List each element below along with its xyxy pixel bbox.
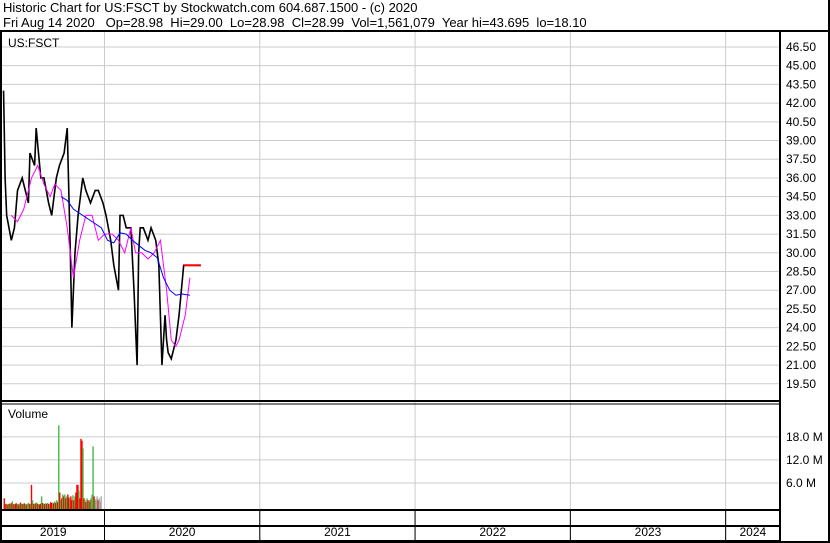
price-tick-label: 45.00: [786, 59, 816, 73]
price-tick-label: 40.50: [786, 115, 816, 129]
volume-tick-label: 18.0 M: [786, 430, 823, 444]
price-tick-label: 22.50: [786, 339, 816, 353]
year-label: 2023: [635, 525, 662, 539]
price-line: [2, 90, 201, 366]
price-tick-label: 34.50: [786, 190, 816, 204]
price-tick-label: 31.50: [786, 227, 816, 241]
year-label: 2024: [739, 525, 766, 539]
chart-canvas: 46.50 45.00 43.50 42.00 40.50 39.00 37.50 36.00…: [0, 0, 830, 543]
price-tick-label: 19.50: [786, 377, 816, 391]
price-tick-label: 46.50: [786, 40, 816, 54]
symbol-label: US:FSCT: [8, 36, 60, 50]
year-label: 2021: [324, 525, 351, 539]
price-tick-label: 37.50: [786, 152, 816, 166]
price-tick-label: 24.00: [786, 321, 816, 335]
year-label: 2019: [40, 525, 67, 539]
short-moving-average: [10, 164, 191, 348]
price-tick-label: 39.00: [786, 134, 816, 148]
price-tick-label: 28.50: [786, 265, 816, 279]
stock-chart: Historic Chart for US:FSCT by Stockwatch…: [0, 0, 830, 543]
volume-tick-label: 6.0 M: [786, 476, 816, 490]
year-label: 2022: [479, 525, 506, 539]
volume-label: Volume: [8, 407, 48, 421]
price-tick-label: 43.50: [786, 77, 816, 91]
price-tick-label: 30.00: [786, 246, 816, 260]
volume-tick-label: 12.0 M: [786, 453, 823, 467]
price-tick-label: 25.50: [786, 302, 816, 316]
year-label: 2020: [169, 525, 196, 539]
long-moving-average: [60, 196, 190, 296]
price-tick-label: 42.00: [786, 96, 816, 110]
price-tick-label: 21.00: [786, 358, 816, 372]
price-tick-label: 27.00: [786, 283, 816, 297]
volume-bar: [100, 496, 102, 510]
price-tick-label: 36.00: [786, 171, 816, 185]
price-tick-label: 33.00: [786, 208, 816, 222]
